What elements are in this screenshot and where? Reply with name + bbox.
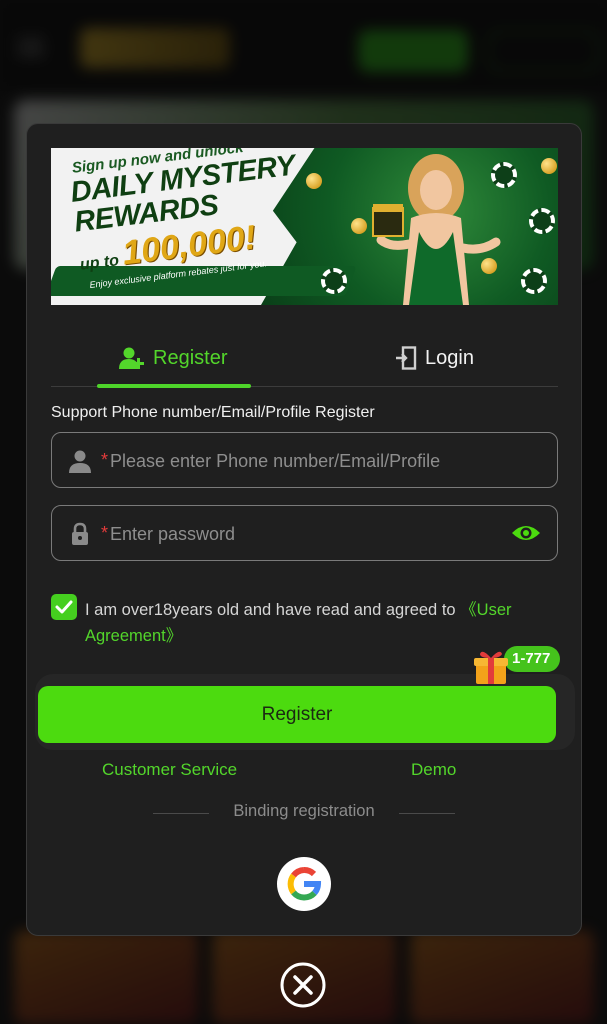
customer-service-link[interactable]: Customer Service: [102, 760, 237, 780]
bonus-badge: 1-777: [504, 646, 561, 672]
gold-coin-icon: [481, 258, 497, 274]
google-signin-button[interactable]: [277, 857, 331, 911]
gift-icon: [474, 651, 508, 684]
agreement-statement: I am over18years old and have read and a…: [85, 601, 461, 619]
user-plus-icon: [119, 347, 144, 369]
casino-chip-icon: [491, 162, 517, 188]
agreement-text: I am over18years old and have read and a…: [85, 597, 555, 649]
gold-coin-icon: [306, 173, 322, 189]
google-icon: [287, 867, 322, 901]
password-input[interactable]: [110, 516, 510, 552]
gold-coin-icon: [351, 218, 367, 234]
footer-links: Customer Service Demo: [27, 760, 583, 784]
password-field[interactable]: *: [51, 505, 558, 561]
eye-icon[interactable]: [511, 521, 541, 545]
user-icon: [69, 450, 91, 473]
support-label: Support Phone number/Email/Profile Regis…: [51, 404, 375, 421]
lock-icon: [72, 522, 88, 545]
auth-tabs: Register Login: [51, 329, 558, 388]
tab-register-label: Register: [153, 346, 228, 369]
required-mark: *: [101, 450, 109, 470]
tab-login[interactable]: Login: [395, 329, 474, 387]
tab-login-label: Login: [425, 346, 474, 369]
tab-register[interactable]: Register: [119, 329, 227, 387]
phone-email-input[interactable]: [110, 443, 510, 479]
casino-chip-icon: [521, 268, 547, 294]
agreement-checkbox[interactable]: [51, 594, 77, 620]
phone-email-field[interactable]: *: [51, 432, 558, 488]
casino-chip-icon: [529, 208, 555, 234]
binding-divider: Binding registration: [153, 802, 455, 824]
register-modal: Sign up now and unlock DAILY MYSTERY REW…: [26, 123, 582, 936]
register-button[interactable]: Register: [38, 686, 556, 743]
active-tab-indicator: [97, 384, 251, 388]
binding-label: Binding registration: [233, 802, 375, 820]
required-mark: *: [101, 523, 109, 543]
gold-coin-icon: [541, 158, 557, 174]
casino-chip-icon: [321, 268, 347, 294]
login-door-icon: [396, 346, 417, 370]
demo-link[interactable]: Demo: [411, 760, 456, 780]
banner-amount-prefix: up to: [79, 252, 120, 274]
promo-banner[interactable]: Sign up now and unlock DAILY MYSTERY REW…: [51, 148, 558, 305]
banner-hostess-illustration: [372, 154, 501, 305]
close-circle-icon[interactable]: [279, 961, 327, 1009]
divider-line: [399, 813, 455, 814]
checkmark-icon: [55, 600, 73, 614]
